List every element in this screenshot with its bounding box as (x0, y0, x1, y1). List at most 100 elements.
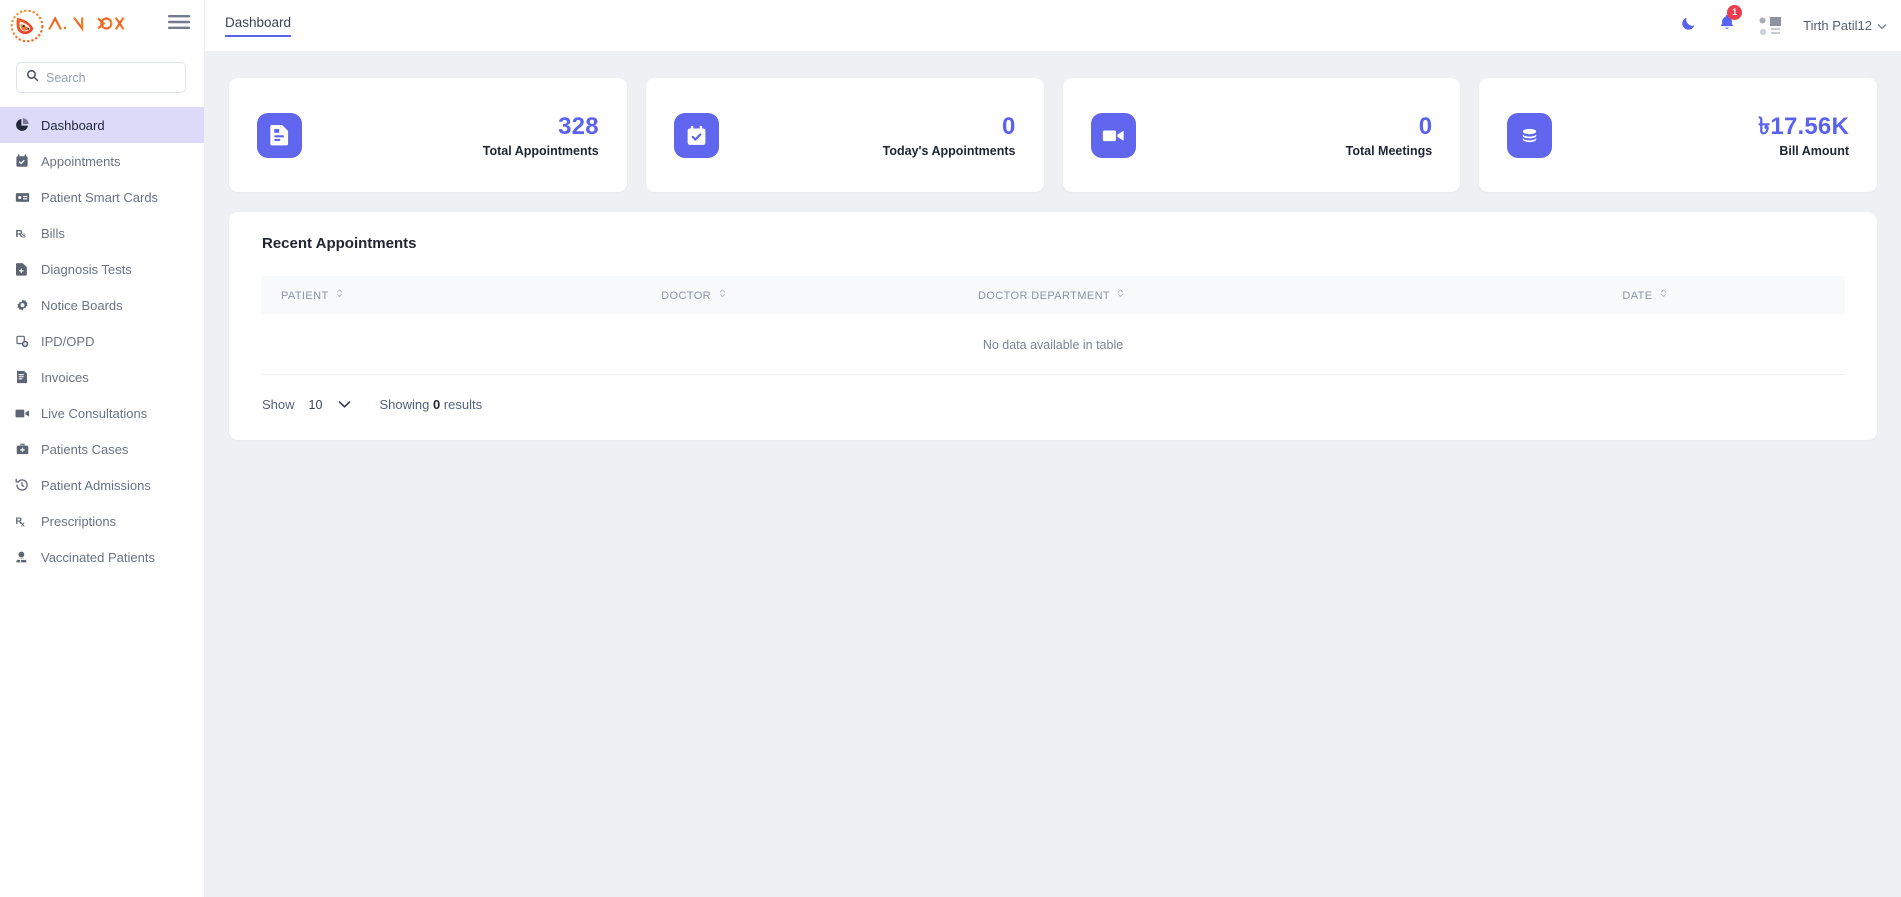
stat-value: 0 (1418, 112, 1433, 140)
dark-mode-toggle[interactable] (1681, 15, 1697, 36)
file-medical-icon (12, 262, 32, 276)
stat-value: 328 (558, 112, 599, 140)
chevron-down-icon (1877, 18, 1887, 33)
sidebar-item-invoices[interactable]: Invoices (0, 359, 204, 395)
search-box[interactable] (16, 62, 186, 93)
sidebar-item-label: Patient Admissions (41, 477, 151, 493)
sidebar-item-diagnosis-tests[interactable]: Diagnosis Tests (0, 251, 204, 287)
sidebar-item-patient-smart-cards[interactable]: Patient Smart Cards (0, 179, 204, 215)
image-thumbnail-icon[interactable] (1757, 14, 1782, 37)
sort-icon (1660, 288, 1667, 301)
notification-badge: 1 (1727, 5, 1743, 20)
video-camera-icon (12, 408, 32, 419)
calendar-check-icon (12, 154, 32, 168)
sidebar-item-label: Appointments (41, 153, 121, 169)
sidebar-item-label: Live Consultations (41, 405, 148, 421)
sidebar-item-patient-admissions[interactable]: Patient Admissions (0, 467, 204, 503)
calendar-check-icon (673, 112, 719, 158)
sidebar-item-label: Dashboard (41, 117, 105, 133)
search-input[interactable] (46, 70, 176, 85)
coin-stack-icon (1507, 112, 1553, 158)
hospital-bed-icon (12, 335, 32, 348)
recent-appointments-panel: Recent Appointments PATIENT DOCTOR DOCTO… (229, 212, 1877, 440)
table-footer: Show 10 Showing 0 results (261, 397, 1845, 412)
sidebar-item-vaccinated-patients[interactable]: Vaccinated Patients (0, 539, 204, 575)
column-header-doctor[interactable]: DOCTOR (641, 276, 958, 314)
rupee-icon: R s (12, 226, 32, 240)
showing-results-text: Showing 0 results (379, 397, 482, 412)
invoice-icon (12, 370, 32, 384)
main-content: 328 Total Appointments 0 Today's Appoint… (205, 52, 1901, 897)
sidebar-item-live-consultations[interactable]: Live Consultations (0, 395, 204, 431)
breadcrumb[interactable]: Dashboard (225, 14, 292, 37)
stat-cards-row: 328 Total Appointments 0 Today's Appoint… (229, 78, 1877, 192)
sidebar-item-label: Patient Smart Cards (41, 189, 159, 205)
search-icon (26, 69, 39, 87)
stat-value: 0 (1001, 112, 1016, 140)
chevron-down-icon (338, 398, 351, 412)
stat-number: 17.56K (1770, 112, 1849, 140)
brand-name (48, 14, 148, 38)
sidebar-item-label: Vaccinated Patients (41, 549, 155, 565)
currency-symbol: ৳ (1758, 112, 1771, 140)
svg-text:x: x (21, 519, 26, 528)
user-menu[interactable]: Tirth Patil12 (1803, 18, 1887, 33)
stat-label: Today's Appointments (882, 143, 1016, 158)
sidebar-nav: Dashboard Appointments Patient Smart Car… (0, 107, 204, 575)
empty-state-message: No data available in table (261, 314, 1845, 375)
syringe-icon (12, 551, 32, 563)
user-name: Tirth Patil12 (1803, 18, 1872, 33)
column-header-doctor-department[interactable]: DOCTOR DEPARTMENT (958, 276, 1512, 314)
sort-icon (336, 288, 343, 301)
showing-prefix: Showing (379, 397, 430, 412)
sidebar-item-notice-boards[interactable]: Notice Boards (0, 287, 204, 323)
medical-bag-icon (12, 443, 32, 455)
hamburger-menu-icon[interactable] (168, 14, 190, 35)
recent-appointments-table: PATIENT DOCTOR DOCTOR DEPARTMENT DATE No… (261, 276, 1845, 375)
notifications-button[interactable]: 1 (1719, 5, 1743, 37)
sidebar-item-bills[interactable]: R s Bills (0, 215, 204, 251)
sidebar-item-prescriptions[interactable]: R x Prescriptions (0, 503, 204, 539)
stat-card-total-meetings[interactable]: 0 Total Meetings (1062, 78, 1461, 192)
table-header-row: PATIENT DOCTOR DOCTOR DEPARTMENT DATE (261, 276, 1845, 314)
table-body: No data available in table (261, 314, 1845, 375)
document-report-icon (257, 112, 302, 158)
panel-title: Recent Appointments (262, 235, 417, 252)
pie-chart-icon (12, 118, 32, 132)
sidebar: Dashboard Appointments Pa (0, 0, 205, 897)
video-camera-icon (1090, 112, 1136, 158)
sidebar-item-label: Prescriptions (41, 513, 117, 529)
show-label: Show (262, 397, 295, 412)
stat-label: Bill Amount (1779, 143, 1849, 158)
stat-label: Total Appointments (482, 143, 599, 158)
sidebar-item-patients-cases[interactable]: Patients Cases (0, 431, 204, 467)
stat-card-bill-amount[interactable]: ৳17.56K Bill Amount (1479, 78, 1877, 192)
showing-count: 0 (432, 397, 441, 412)
sidebar-item-label: IPD/OPD (41, 333, 95, 349)
stat-card-total-appointments[interactable]: 328 Total Appointments (229, 78, 627, 192)
prescription-rx-icon: R x (12, 514, 32, 528)
sidebar-item-dashboard[interactable]: Dashboard (0, 107, 204, 143)
sort-icon (719, 288, 726, 301)
sort-icon (1117, 288, 1124, 301)
top-navigation-bar: Dashboard 1 Tirth Patil12 (205, 0, 1901, 52)
sidebar-item-label: Notice Boards (41, 297, 123, 313)
id-card-icon (12, 191, 32, 204)
sidebar-item-appointments[interactable]: Appointments (0, 143, 204, 179)
svg-text:s: s (22, 232, 26, 239)
sidebar-item-label: Invoices (41, 369, 89, 385)
sidebar-item-label: Patients Cases (41, 441, 129, 457)
fox-logo-icon (9, 8, 45, 44)
stat-value: ৳17.56K (1758, 113, 1849, 141)
topbar-actions: 1 Tirth Patil12 (1681, 5, 1901, 37)
page-size-select[interactable]: 10 (309, 398, 352, 412)
sidebar-item-ipd-opd[interactable]: IPD/OPD (0, 323, 204, 359)
stat-card-todays-appointments[interactable]: 0 Today's Appointments (645, 78, 1044, 192)
page-size-value: 10 (308, 397, 323, 412)
moon-icon (1681, 15, 1697, 36)
column-header-date[interactable]: DATE (1512, 276, 1845, 314)
gear-icon (12, 298, 32, 312)
column-header-patient[interactable]: PATIENT (261, 276, 641, 314)
search-container (0, 52, 204, 99)
stat-label: Total Meetings (1345, 143, 1433, 158)
